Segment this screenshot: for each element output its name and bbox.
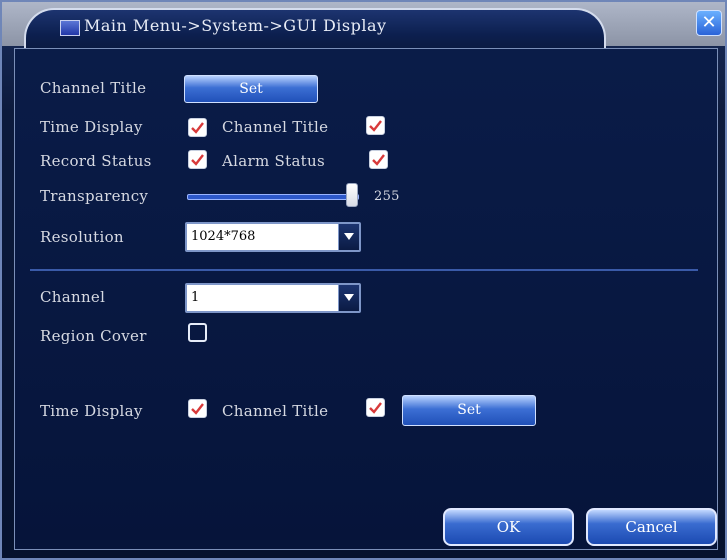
time-display-checkbox[interactable]	[188, 118, 207, 137]
section-divider	[30, 269, 698, 271]
channel-value: 1	[191, 290, 200, 305]
checkmark-icon	[191, 403, 204, 415]
breadcrumb: Main Menu->System->GUI Display	[84, 16, 387, 35]
title-bar: Main Menu->System->GUI Display ✕	[2, 2, 725, 52]
channel-channel-title-checkbox[interactable]	[366, 398, 385, 417]
channel-set-button[interactable]: Set	[402, 395, 536, 426]
resolution-dropdown-button[interactable]	[338, 224, 359, 250]
checkmark-icon	[191, 154, 204, 166]
chevron-down-icon	[344, 294, 354, 301]
close-button[interactable]: ✕	[696, 10, 722, 36]
cancel-button[interactable]: Cancel	[586, 508, 717, 546]
record-status-checkbox[interactable]	[188, 150, 207, 169]
monitor-icon	[60, 20, 80, 36]
checkmark-icon	[191, 122, 204, 134]
record-status-label: Record Status	[40, 152, 152, 170]
transparency-slider-thumb[interactable]	[346, 183, 358, 207]
channel-title-set-button[interactable]: Set	[184, 75, 318, 103]
gui-display-window: Main Menu->System->GUI Display ✕ Channel…	[0, 0, 727, 560]
checkmark-icon	[372, 154, 385, 166]
chevron-down-icon	[344, 233, 354, 240]
channel-channel-title-label: Channel Title	[222, 402, 329, 420]
transparency-label: Transparency	[40, 187, 149, 205]
channel-title-checkbox-label: Channel Title	[222, 118, 329, 136]
region-cover-checkbox[interactable]	[188, 323, 207, 342]
transparency-slider[interactable]	[187, 194, 359, 200]
channel-title-label: Channel Title	[40, 79, 147, 97]
transparency-value: 255	[374, 189, 400, 204]
checkmark-icon	[369, 120, 382, 132]
channel-title-checkbox[interactable]	[366, 116, 385, 135]
alarm-status-label: Alarm Status	[222, 152, 325, 170]
channel-label: Channel	[40, 288, 106, 306]
resolution-select[interactable]: 1024*768	[185, 222, 361, 252]
resolution-value: 1024*768	[191, 229, 256, 244]
close-icon: ✕	[701, 12, 717, 33]
channel-time-display-label: Time Display	[40, 402, 143, 420]
checkmark-icon	[369, 402, 382, 414]
channel-dropdown-button[interactable]	[338, 285, 359, 311]
ok-button[interactable]: OK	[443, 508, 574, 546]
time-display-label: Time Display	[40, 118, 143, 136]
region-cover-label: Region Cover	[40, 327, 147, 345]
resolution-label: Resolution	[40, 228, 124, 246]
channel-time-display-checkbox[interactable]	[188, 399, 207, 418]
channel-select[interactable]: 1	[185, 283, 361, 313]
alarm-status-checkbox[interactable]	[369, 150, 388, 169]
